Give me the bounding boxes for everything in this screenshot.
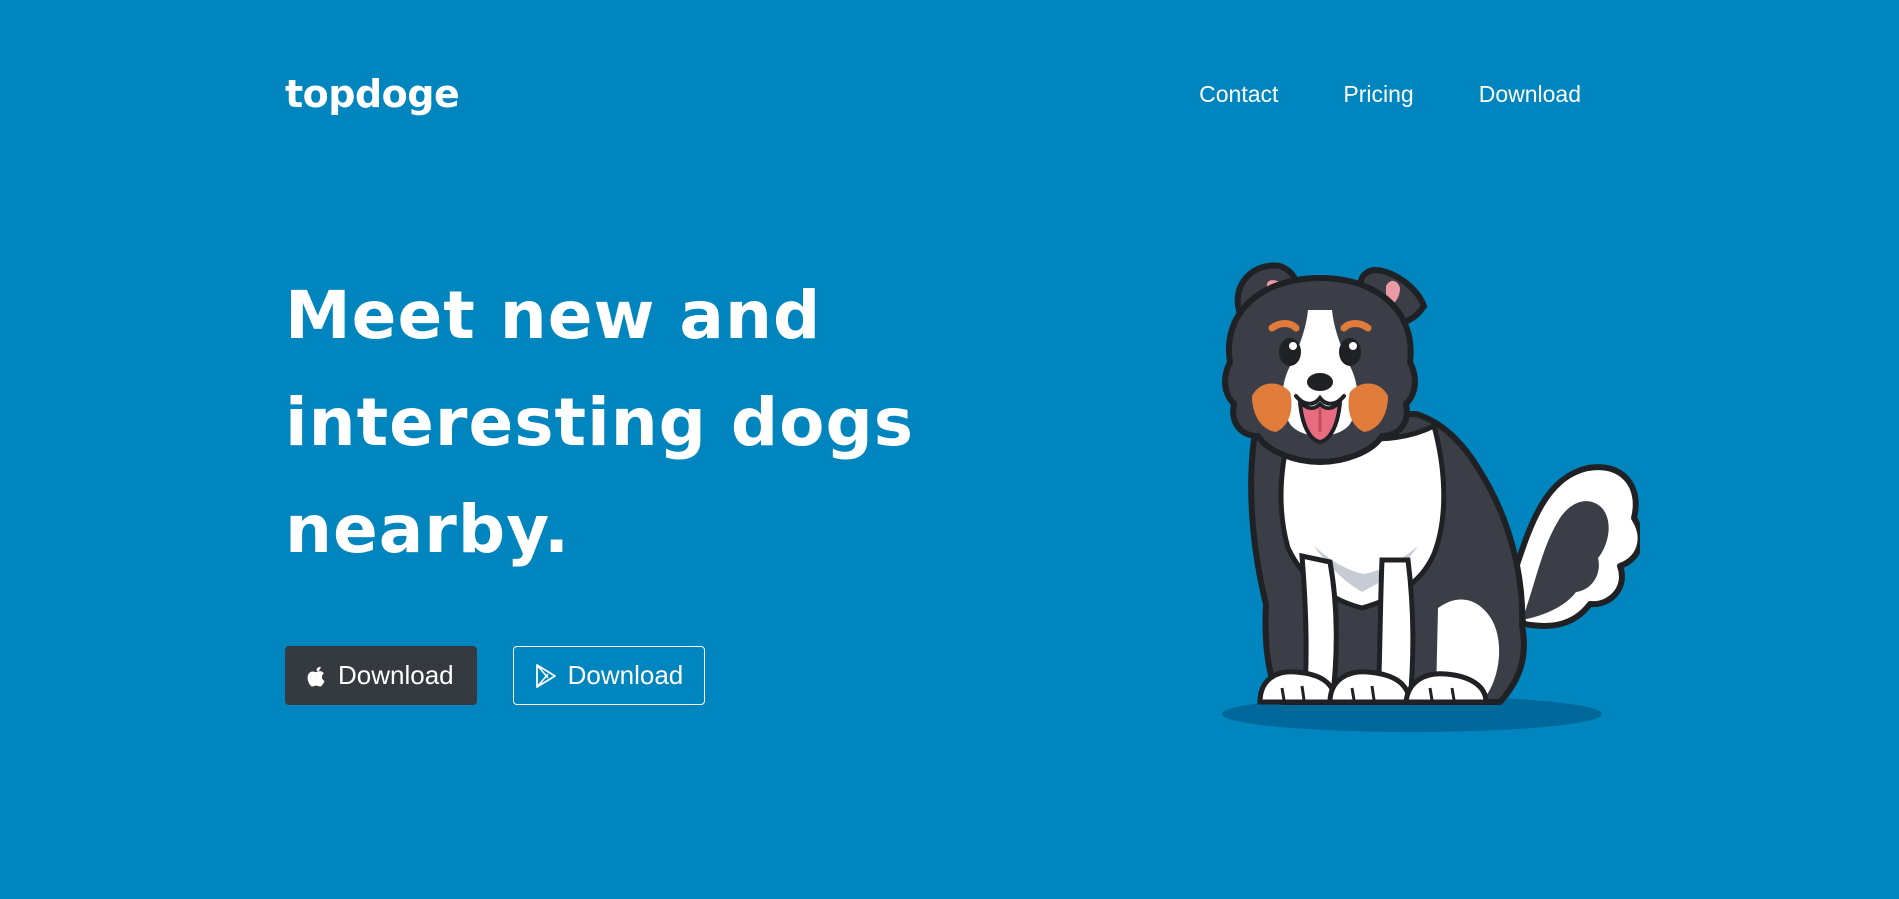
apple-icon	[304, 663, 328, 689]
nav-link-download[interactable]: Download	[1479, 81, 1581, 108]
brand-logo[interactable]: topdoge	[285, 72, 460, 116]
hero-title-line-3: nearby.	[285, 491, 571, 568]
dog-illustration	[1210, 256, 1644, 736]
hero-title-line-2: interesting dogs	[285, 384, 915, 461]
hero-title: Meet new and interesting dogs nearby.	[285, 262, 914, 583]
nav-link-contact[interactable]: Contact	[1199, 81, 1278, 108]
google-play-download-button[interactable]: Download	[512, 646, 706, 705]
nav-links: Contact Pricing Download	[1199, 81, 1581, 108]
hero-title-line-1: Meet new and	[285, 277, 822, 354]
navbar: topdoge Contact Pricing Download	[285, 66, 1581, 122]
nav-link-pricing[interactable]: Pricing	[1343, 81, 1413, 108]
apple-download-label: Download	[338, 660, 454, 690]
google-play-download-label: Download	[567, 660, 684, 690]
google-play-icon	[534, 663, 558, 689]
apple-download-button[interactable]: Download	[285, 646, 477, 705]
download-buttons: Download Download	[285, 646, 706, 705]
